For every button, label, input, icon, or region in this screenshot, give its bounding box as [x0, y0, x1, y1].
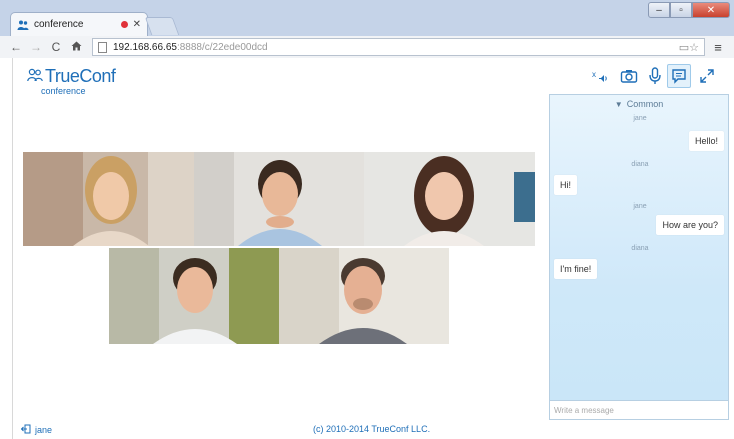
video-tile-participant-1[interactable]: [23, 152, 194, 246]
chat-channel-name: Common: [626, 99, 664, 109]
chat-panel: ▼ Common jane Hello! diana Hi! jane How …: [549, 94, 729, 416]
address-path: :8888/c/22ede00dcd: [176, 41, 268, 53]
fullscreen-icon[interactable]: [695, 64, 719, 88]
window-icon[interactable]: ▭: [679, 41, 689, 54]
trueconf-logo: TrueConf: [27, 66, 116, 87]
conference-app: TrueConf conference x ▼ Common jane Hell…: [12, 58, 734, 439]
close-window-button[interactable]: ✕: [692, 2, 730, 18]
people-icon: [27, 66, 43, 87]
browser-toolbar: ← → C 192.168.66.65 :8888/c/22ede00dcd ▭…: [0, 36, 734, 58]
menu-icon[interactable]: ≡: [710, 40, 726, 55]
video-tile-participant-5[interactable]: [279, 248, 449, 344]
camera-icon[interactable]: [617, 64, 641, 88]
message-author: diana: [631, 161, 649, 168]
star-icon[interactable]: ☆: [689, 41, 699, 54]
message-author: jane: [633, 115, 647, 122]
recording-icon: [120, 21, 128, 28]
window-controls: – ▫ ✕: [648, 2, 730, 18]
video-tile-participant-4[interactable]: [109, 248, 279, 344]
browser-tab[interactable]: conference ✕: [10, 12, 148, 36]
home-icon[interactable]: [68, 40, 84, 54]
reload-icon[interactable]: C: [48, 40, 64, 54]
logo-subtitle: conference: [41, 86, 86, 96]
close-tab-icon[interactable]: ✕: [133, 19, 141, 30]
address-bar[interactable]: 192.168.66.65 :8888/c/22ede00dcd ▭ ☆: [92, 38, 705, 56]
logo-text: TrueConf: [45, 66, 116, 86]
maximize-button[interactable]: ▫: [670, 2, 692, 18]
chat-channel-header[interactable]: ▼ Common: [550, 95, 728, 113]
message-bubble: Hi!: [554, 175, 577, 195]
message-bubble: I'm fine!: [554, 259, 598, 279]
chat-message-input[interactable]: [549, 400, 729, 420]
mic-muted-icon[interactable]: x: [589, 64, 613, 88]
chevron-down-icon: ▼: [614, 99, 623, 109]
message-author: jane: [633, 203, 647, 210]
tab-title: conference: [34, 19, 84, 30]
message-bubble: How are you?: [656, 215, 724, 235]
message-author: diana: [631, 245, 649, 252]
chat-icon[interactable]: [667, 64, 691, 88]
video-tile-participant-3[interactable]: [364, 152, 535, 246]
microphone-icon[interactable]: [643, 64, 667, 88]
page-icon: [98, 41, 107, 53]
minimize-button[interactable]: –: [648, 2, 670, 18]
copyright-text: (c) 2010-2014 TrueConf LLC.: [313, 424, 431, 434]
message-bubble: Hello!: [688, 131, 724, 151]
people-icon: [17, 19, 29, 31]
address-host: 192.168.66.65: [113, 41, 177, 53]
new-tab-button[interactable]: [144, 17, 180, 35]
logout-icon[interactable]: [20, 424, 31, 436]
back-arrow-icon[interactable]: ←: [8, 40, 24, 54]
video-tile-participant-2[interactable]: [194, 152, 364, 246]
current-user-name: jane: [35, 425, 53, 435]
forward-arrow-icon[interactable]: →: [28, 40, 44, 54]
svg-text:x: x: [592, 70, 596, 79]
current-user[interactable]: jane: [20, 424, 53, 436]
